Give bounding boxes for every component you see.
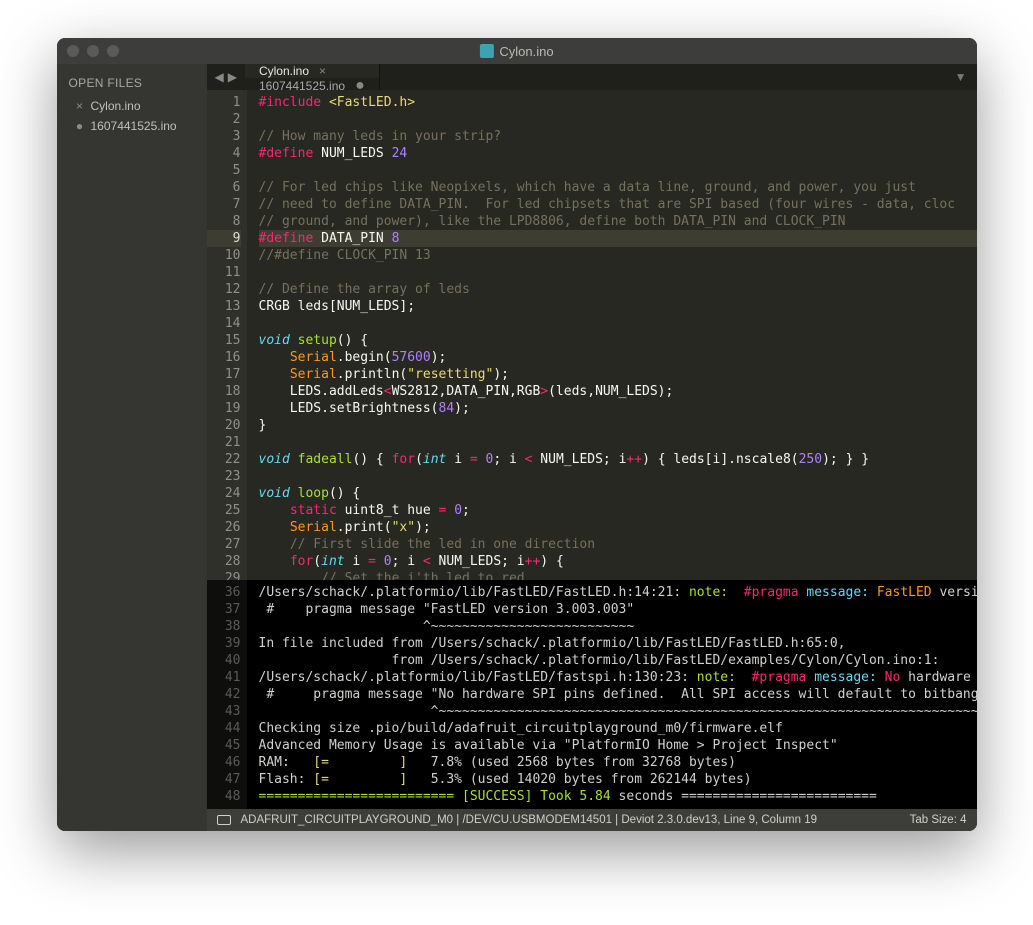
sidebar-item[interactable]: ● 1607441525.ino: [57, 116, 207, 136]
window-minimize-button[interactable]: [87, 45, 99, 57]
open-files-header: OPEN FILES: [57, 70, 207, 96]
tab-label: Cylon.ino: [259, 64, 309, 78]
close-icon[interactable]: ×: [319, 64, 326, 78]
tab-menu-button[interactable]: ▼: [955, 70, 967, 84]
app-window: Cylon.ino OPEN FILES × Cylon.ino ● 16074415…: [57, 38, 977, 831]
window-close-button[interactable]: [67, 45, 79, 57]
code-editor[interactable]: 1234567891011121314151617181920212223242…: [207, 90, 977, 580]
build-console[interactable]: 36373839404142434445464748 /Users/schack…: [207, 580, 977, 809]
window-zoom-button[interactable]: [107, 45, 119, 57]
status-tab-size[interactable]: Tab Size: 4: [910, 814, 967, 826]
panel-icon[interactable]: [217, 815, 231, 825]
window-title-text: Cylon.ino: [499, 44, 553, 59]
console-output: /Users/schack/.platformio/lib/FastLED/Fa…: [247, 580, 977, 809]
nav-next-button[interactable]: ▶: [228, 70, 237, 84]
sidebar: OPEN FILES × Cylon.ino ● 1607441525.ino: [57, 64, 207, 831]
status-bar: ADAFRUIT_CIRCUITPLAYGROUND_M0 | /DEV/CU.…: [207, 809, 977, 831]
console-line-numbers: 36373839404142434445464748: [207, 580, 247, 809]
tab[interactable]: Cylon.ino ×: [245, 64, 380, 78]
status-left: ADAFRUIT_CIRCUITPLAYGROUND_M0 | /DEV/CU.…: [241, 814, 818, 826]
window-title: Cylon.ino: [479, 44, 553, 59]
nav-prev-button[interactable]: ◀: [215, 70, 224, 84]
sidebar-item[interactable]: × Cylon.ino: [57, 96, 207, 116]
code-area[interactable]: #include <FastLED.h>// How many leds in …: [247, 90, 977, 580]
tab-bar: ◀ ▶ Cylon.ino×1607441525.ino● ▼: [207, 64, 977, 90]
sidebar-item-label: Cylon.ino: [91, 99, 141, 113]
traffic-lights: [57, 45, 119, 57]
file-icon: [479, 44, 493, 58]
sidebar-item-label: 1607441525.ino: [91, 119, 177, 133]
close-file-icon[interactable]: ×: [75, 99, 85, 113]
titlebar: Cylon.ino: [57, 38, 977, 64]
line-numbers: 1234567891011121314151617181920212223242…: [207, 90, 247, 580]
close-file-icon[interactable]: ●: [75, 119, 85, 133]
